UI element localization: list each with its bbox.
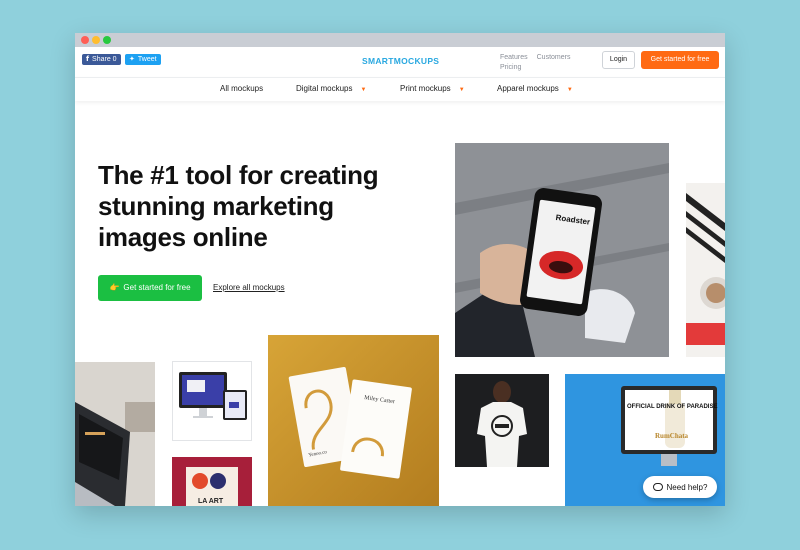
pointing-hand-icon: 👉 — [109, 283, 120, 292]
get-started-header-button[interactable]: Get started for free — [641, 51, 719, 69]
business-card-tile[interactable]: Miley Carter Yenoo.co — [268, 335, 439, 506]
nav-all-mockups[interactable]: All mockups — [220, 84, 263, 93]
chat-widget-button[interactable]: Need help? — [643, 476, 717, 498]
caret-down-icon: ▼ — [458, 87, 465, 93]
browser-window: f Share 0 ✦ Tweet SMARTMOCKUPS Features C… — [75, 33, 725, 506]
pricing-link[interactable]: Pricing — [500, 64, 521, 71]
caret-down-icon: ▼ — [360, 87, 367, 93]
site-logo[interactable]: SMARTMOCKUPS — [362, 56, 439, 66]
desk-mockup-tile[interactable] — [686, 183, 725, 357]
login-button[interactable]: Login — [602, 51, 635, 69]
laptop-mockup-tile[interactable] — [75, 362, 155, 506]
site-header: f Share 0 ✦ Tweet SMARTMOCKUPS Features C… — [75, 47, 725, 77]
bottle-label: RumChata — [655, 432, 689, 440]
share-label: Share 0 — [92, 56, 117, 63]
nav-digital-mockups[interactable]: Digital mockups ▼ — [296, 84, 366, 93]
features-link[interactable]: Features — [500, 54, 528, 61]
hero-title: The #1 tool for creating stunning market… — [98, 160, 379, 252]
art-text: LA ART — [198, 498, 224, 505]
nav-label: All mockups — [220, 84, 264, 93]
twitter-icon: ✦ — [129, 56, 135, 63]
explore-mockups-link[interactable]: Explore all mockups — [213, 283, 285, 292]
tweet-label: Tweet — [137, 56, 157, 63]
tweet-button[interactable]: ✦ Tweet — [125, 54, 161, 65]
caret-down-icon: ▼ — [566, 87, 573, 93]
phone-mockup-tile[interactable]: Roadster — [455, 143, 669, 357]
devices-mockup-tile[interactable] — [172, 361, 252, 441]
customers-link[interactable]: Customers — [537, 54, 571, 61]
nav-apparel-mockups[interactable]: Apparel mockups ▼ — [497, 84, 573, 93]
minimize-window-icon[interactable] — [92, 36, 100, 44]
maximize-window-icon[interactable] — [103, 36, 111, 44]
header-links: Features Customers Pricing — [500, 53, 590, 73]
close-window-icon[interactable] — [81, 36, 89, 44]
facebook-share-button[interactable]: f Share 0 — [82, 54, 121, 65]
nav-print-mockups[interactable]: Print mockups ▼ — [400, 84, 465, 93]
window-titlebar — [75, 33, 725, 47]
tshirt-mockup-tile[interactable] — [455, 374, 549, 467]
nav-label: Digital mockups — [296, 84, 353, 93]
chat-bubble-icon — [652, 483, 663, 491]
chat-label: Need help? — [666, 482, 708, 492]
nav-label: Print mockups — [400, 84, 451, 93]
facebook-icon: f — [86, 55, 90, 63]
poster-text: OFFICIAL DRINK OF PARADISE — [627, 404, 717, 410]
get-started-hero-button[interactable]: 👉 Get started for free — [98, 275, 202, 301]
nav-label: Apparel mockups — [497, 84, 559, 93]
hero-cta-label: Get started for free — [123, 283, 191, 292]
category-nav: All mockups Digital mockups ▼ Print mocku… — [75, 77, 725, 101]
art-poster-tile[interactable]: LA ART — [172, 457, 252, 506]
